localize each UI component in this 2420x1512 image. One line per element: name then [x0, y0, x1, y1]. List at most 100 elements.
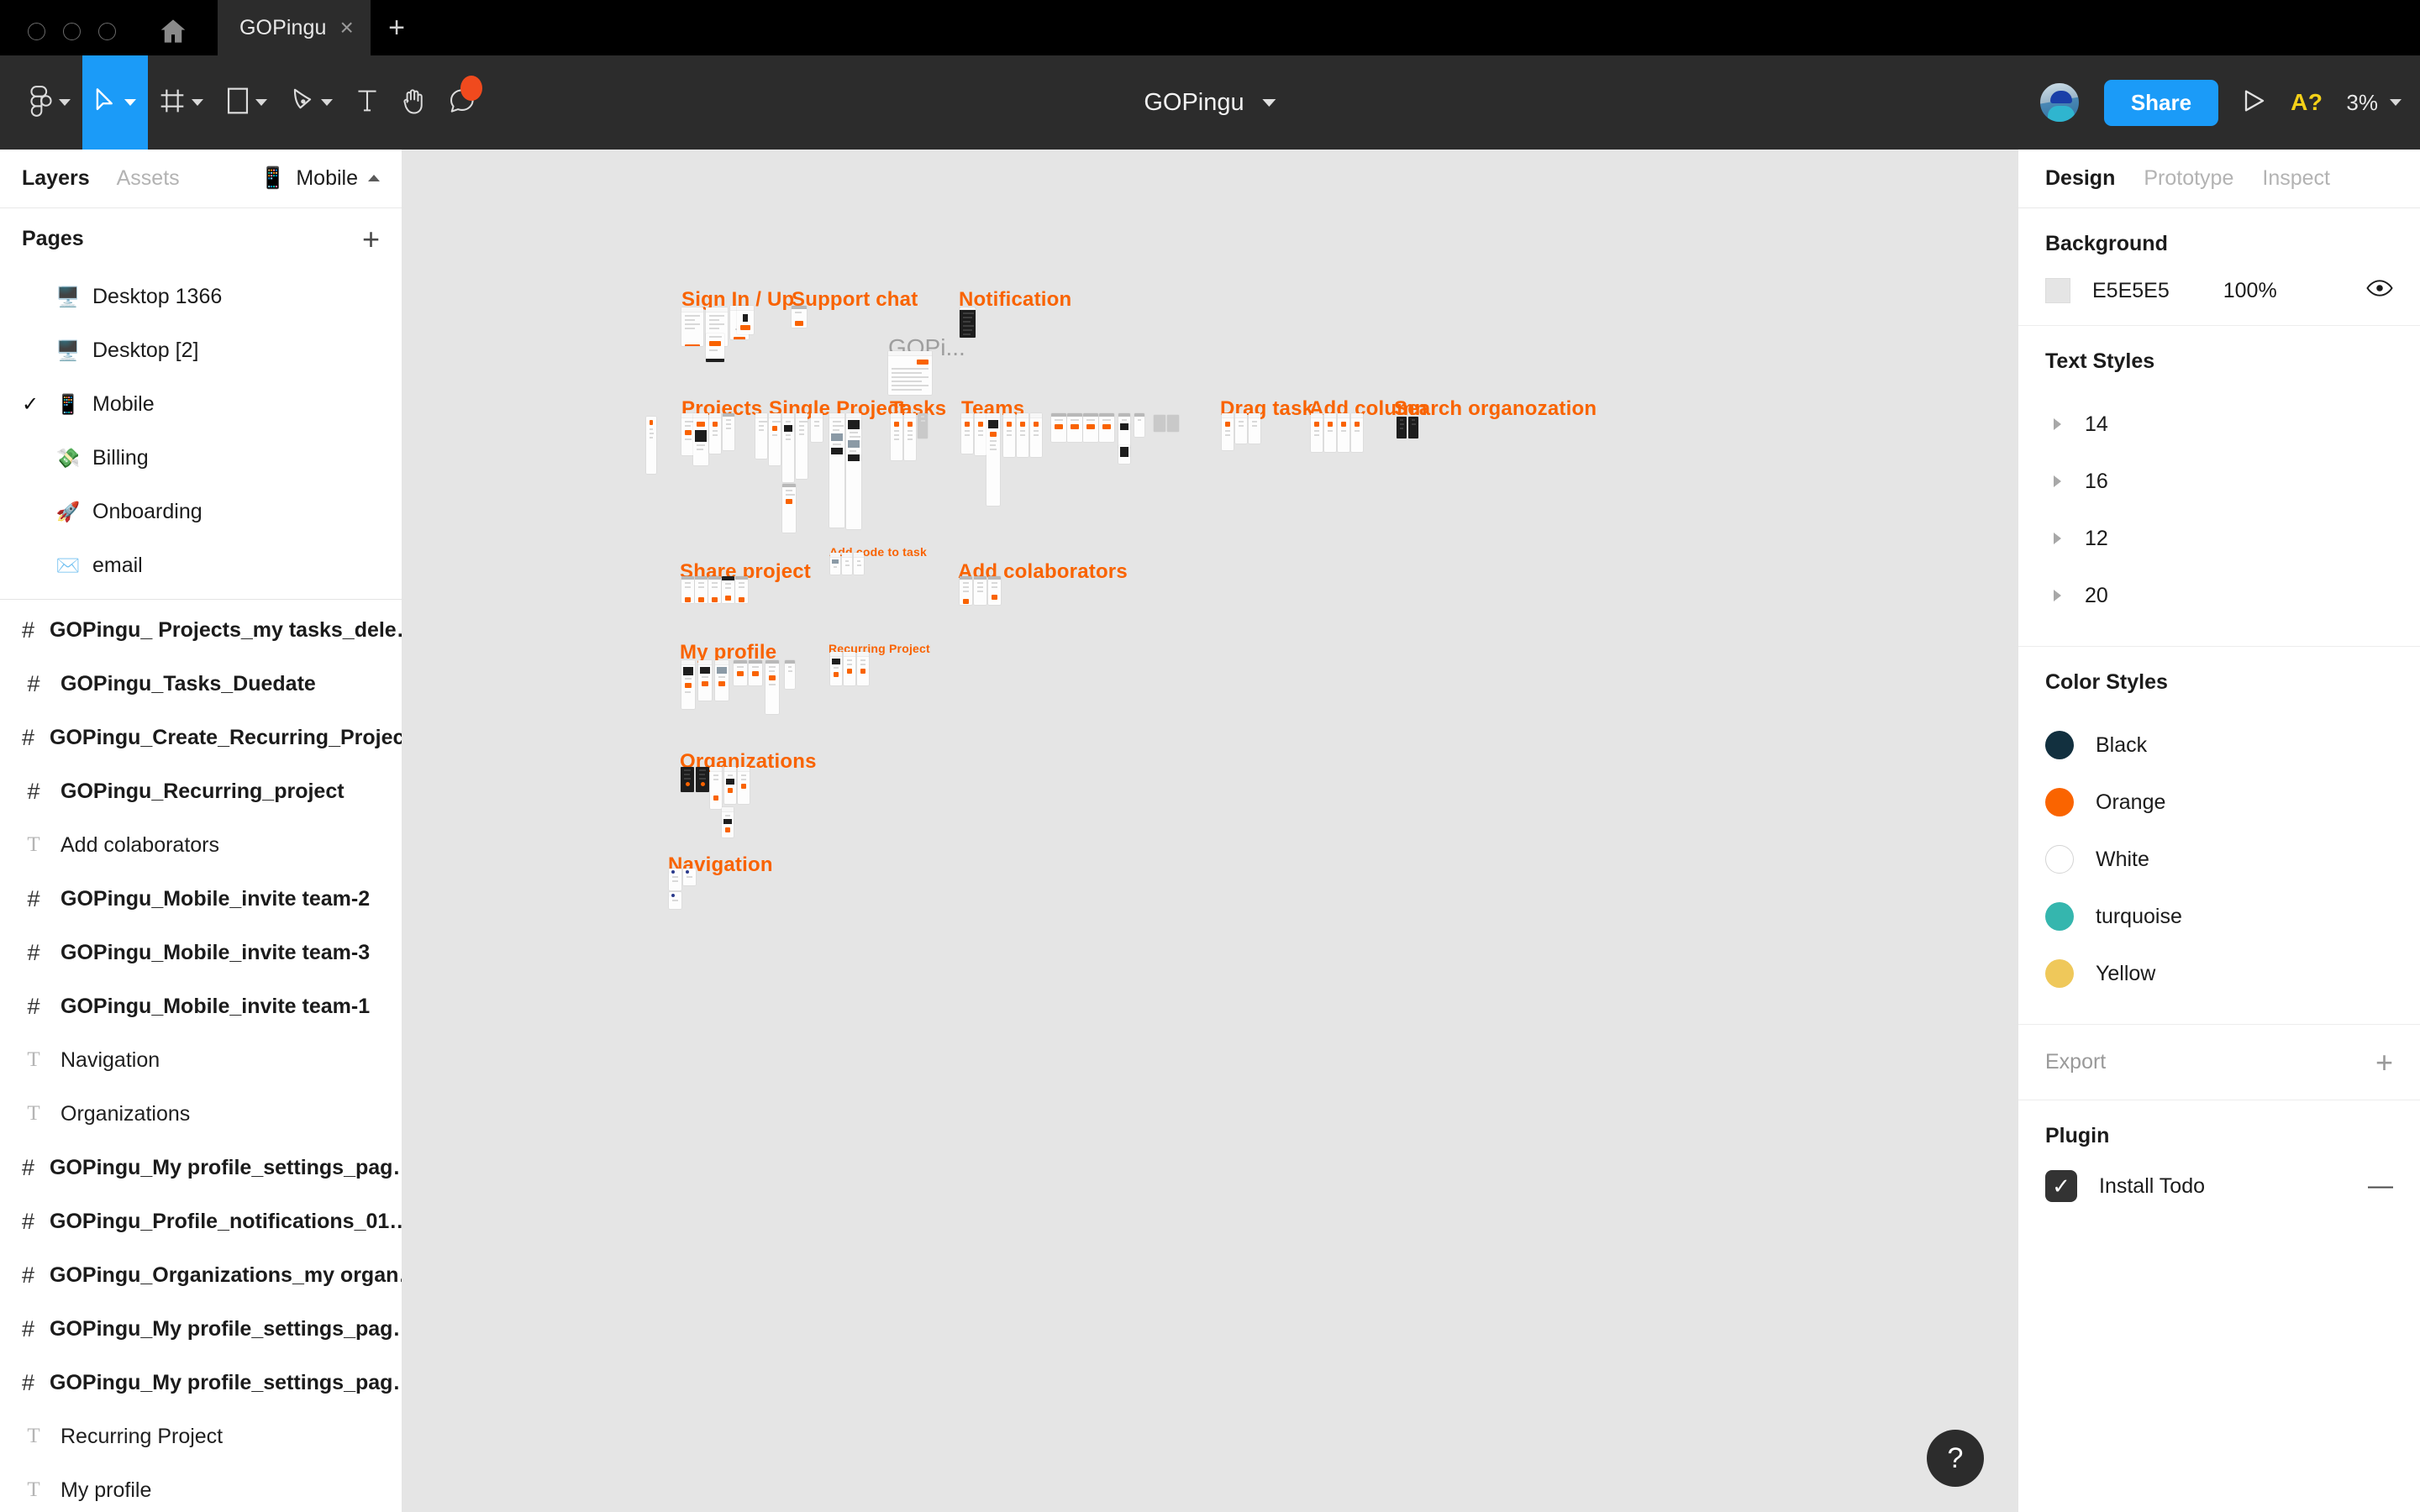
page-item-billing[interactable]: 💸 Billing: [0, 431, 402, 485]
frame-thumbnail[interactable]: [669, 869, 681, 890]
zoom-level-selector[interactable]: 3%: [2346, 90, 2402, 116]
color-swatch[interactable]: [2045, 731, 2074, 759]
frame-thumbnail[interactable]: [918, 413, 928, 438]
frame-thumbnail[interactable]: [846, 413, 861, 529]
close-icon[interactable]: ×: [340, 16, 354, 39]
frame-thumbnail[interactable]: [681, 307, 703, 346]
frame-thumbnail[interactable]: [1003, 413, 1015, 457]
frame-thumbnail[interactable]: [749, 660, 762, 685]
page-item-desktop-1366[interactable]: 🖥️ Desktop 1366: [0, 270, 402, 323]
frame-thumbnail[interactable]: [960, 576, 972, 605]
canvas-section-label[interactable]: Notification: [959, 288, 1071, 312]
frame-thumbnail[interactable]: [1311, 413, 1323, 452]
page-item-desktop-2[interactable]: 🖥️ Desktop [2]: [0, 323, 402, 377]
layer-row[interactable]: # GOPingu_Profile_notifications_01…: [0, 1194, 402, 1248]
frame-thumbnail[interactable]: [904, 413, 916, 460]
background-color-swatch[interactable]: [2045, 278, 2070, 303]
page-item-email[interactable]: ✉️ email: [0, 538, 402, 592]
frame-thumbnail[interactable]: [986, 413, 1000, 506]
text-style-row[interactable]: 16: [2045, 453, 2393, 510]
chevron-down-icon[interactable]: [1262, 98, 1276, 107]
frame-thumbnail[interactable]: [961, 413, 973, 454]
background-hex-value[interactable]: E5E5E5: [2092, 279, 2170, 303]
frame-thumbnail[interactable]: [646, 417, 656, 474]
document-title[interactable]: GOPingu: [1144, 89, 1276, 117]
frame-thumbnail[interactable]: [1222, 413, 1234, 450]
frame-thumbnail[interactable]: [1235, 413, 1247, 444]
color-style-row[interactable]: Black: [2045, 717, 2393, 774]
frame-thumbnail[interactable]: [857, 652, 869, 685]
text-tool-button[interactable]: [345, 55, 390, 150]
frame-thumbnail[interactable]: [842, 553, 852, 575]
frame-thumbnail[interactable]: [1338, 413, 1349, 452]
frame-thumbnail[interactable]: [830, 553, 840, 575]
accessibility-badge[interactable]: A?: [2291, 89, 2323, 116]
frame-thumbnail[interactable]: [1083, 413, 1098, 442]
layer-row[interactable]: T Recurring Project: [0, 1410, 402, 1463]
chevron-down-icon[interactable]: [192, 99, 203, 106]
frame-thumbnail[interactable]: [785, 660, 795, 689]
frame-thumbnail[interactable]: [1118, 445, 1130, 464]
frame-thumbnail[interactable]: [782, 413, 794, 482]
frame-thumbnail[interactable]: [765, 660, 779, 714]
frame-thumbnail[interactable]: [854, 553, 864, 575]
color-style-row[interactable]: Orange: [2045, 774, 2393, 831]
frame-thumbnail[interactable]: [681, 660, 695, 709]
frame-thumbnail[interactable]: [1067, 413, 1082, 442]
design-canvas[interactable]: Sign In / Up Support chat Notification Proj…: [402, 150, 2018, 1512]
background-opacity-value[interactable]: 100%: [2223, 279, 2277, 303]
current-page-selector[interactable]: 📱 Mobile: [260, 166, 380, 191]
layer-row[interactable]: T Add colaborators: [0, 818, 402, 872]
shape-tool-button[interactable]: [215, 55, 279, 150]
add-export-button[interactable]: +: [2375, 1047, 2393, 1077]
color-style-row[interactable]: turquoise: [2045, 888, 2393, 945]
color-swatch[interactable]: [2045, 845, 2074, 874]
background-fill-row[interactable]: E5E5E5 100%: [2045, 278, 2393, 303]
color-style-row[interactable]: Yellow: [2045, 945, 2393, 1002]
chevron-right-icon[interactable]: [2054, 533, 2061, 544]
checkbox-icon[interactable]: ✓: [2045, 1170, 2077, 1202]
new-tab-button[interactable]: +: [371, 0, 423, 55]
canvas-section-label[interactable]: Search organozation: [1394, 397, 1597, 421]
chevron-up-icon[interactable]: [368, 175, 380, 182]
color-swatch[interactable]: [2045, 902, 2074, 931]
move-tool-button[interactable]: [82, 55, 148, 150]
frame-thumbnail[interactable]: [988, 576, 1001, 605]
layer-row[interactable]: # GOPingu_Mobile_invite team-3: [0, 926, 402, 979]
frame-thumbnail[interactable]: [844, 652, 855, 685]
frame-thumbnail[interactable]: [975, 413, 986, 455]
help-button[interactable]: ?: [1927, 1430, 1984, 1487]
tab-prototype[interactable]: Prototype: [2144, 166, 2233, 191]
frame-thumbnail[interactable]: [830, 652, 842, 685]
layer-row[interactable]: # GOPingu_Create_Recurring_Project: [0, 711, 402, 764]
frame-thumbnail[interactable]: [696, 767, 709, 792]
chevron-right-icon[interactable]: [2054, 418, 2061, 430]
frame-thumbnail[interactable]: [891, 413, 902, 460]
main-menu-button[interactable]: [0, 55, 82, 150]
frame-thumbnail[interactable]: [796, 413, 808, 479]
frame-thumbnail[interactable]: [695, 576, 708, 603]
chevron-right-icon[interactable]: [2054, 475, 2061, 487]
frame-thumbnail[interactable]: [1154, 415, 1165, 432]
color-swatch[interactable]: [2045, 959, 2074, 988]
color-swatch[interactable]: [2045, 788, 2074, 816]
home-icon[interactable]: [154, 18, 192, 55]
frame-thumbnail[interactable]: [722, 576, 734, 603]
frame-thumbnail[interactable]: [706, 333, 724, 362]
browser-tab-gopingu[interactable]: GOPingu ×: [218, 0, 371, 55]
text-style-row[interactable]: 20: [2045, 567, 2393, 624]
present-play-icon[interactable]: [2242, 88, 2267, 118]
layer-row[interactable]: # GOPingu_Tasks_Duedate: [0, 657, 402, 711]
color-styles-list[interactable]: Black Orange White turquoise Yellow: [2045, 717, 2393, 1002]
frame-thumbnail[interactable]: [1017, 413, 1028, 457]
frame-thumbnail[interactable]: [769, 413, 781, 465]
frame-thumbnail[interactable]: [734, 660, 747, 685]
layer-row[interactable]: T My profile: [0, 1463, 402, 1512]
tab-design[interactable]: Design: [2045, 166, 2115, 191]
frame-thumbnail[interactable]: [709, 413, 721, 454]
frame-tool-button[interactable]: [148, 55, 215, 150]
frame-thumbnail[interactable]: [1167, 415, 1179, 432]
frame-thumbnail[interactable]: [669, 892, 681, 909]
frame-thumbnail[interactable]: [737, 306, 754, 334]
layer-row[interactable]: # GOPingu_My profile_settings_pag…: [0, 1302, 402, 1356]
